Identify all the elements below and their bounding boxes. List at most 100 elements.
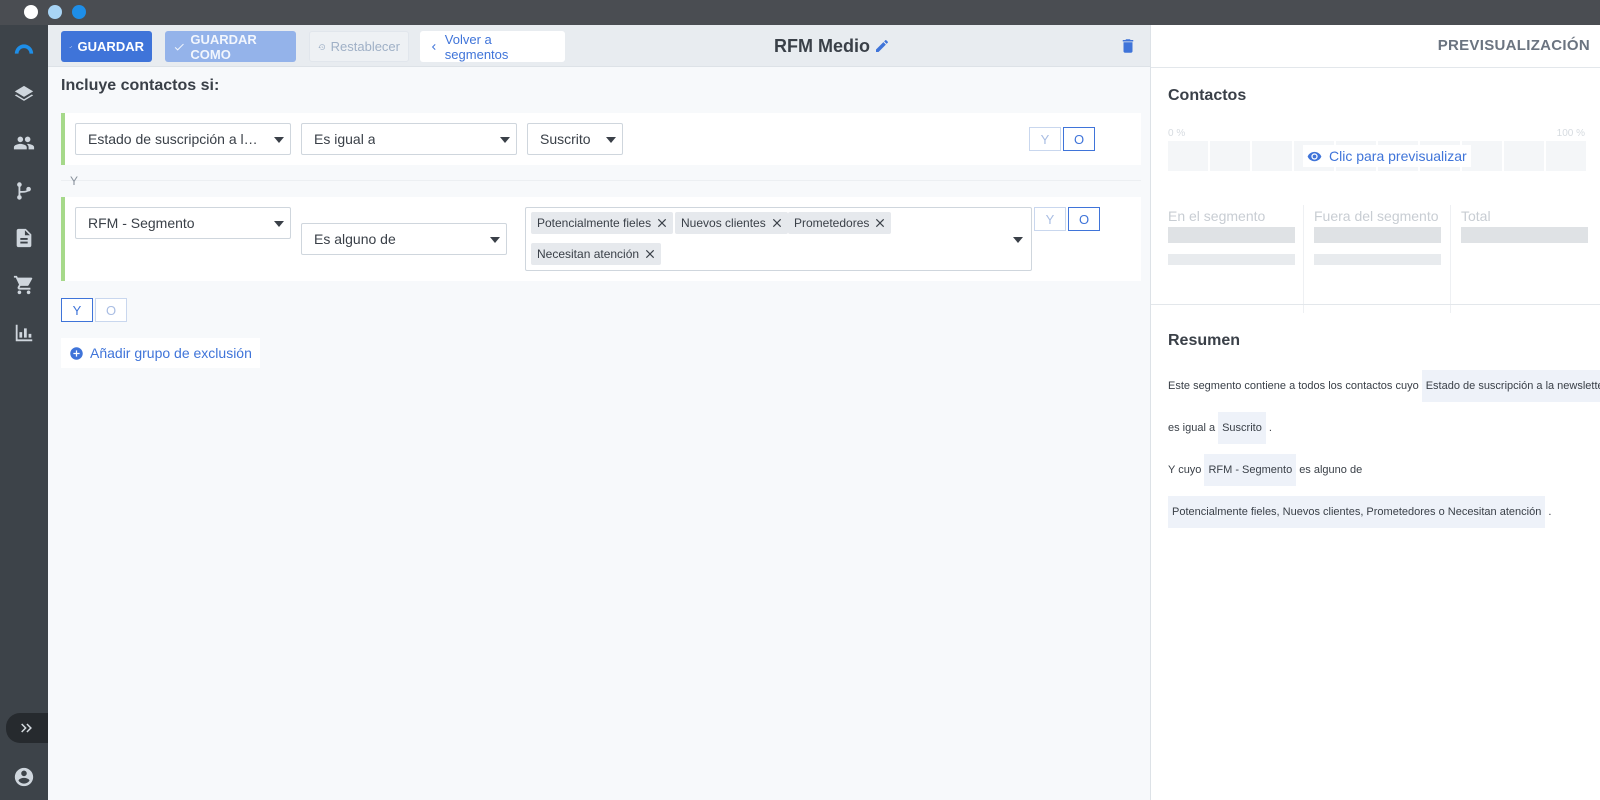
values-multiselect[interactable]: Potencialmente fieles Nuevos clientes Pr… — [525, 207, 1032, 271]
summary-field-chip: Estado de suscripción a la newsletter — [1421, 370, 1600, 402]
field-select-1[interactable]: Estado de suscripción a la ne... — [75, 123, 291, 155]
total-skeleton — [1461, 227, 1588, 243]
click-to-preview-link[interactable]: Clic para previsualizar — [1303, 145, 1471, 167]
summary-operator: es alguno de — [1299, 464, 1363, 476]
in-segment-skeleton — [1168, 227, 1295, 243]
window-minimize-dot[interactable] — [48, 5, 62, 19]
operator-select-2-value: Es alguno de — [314, 231, 396, 247]
summary-period: . — [1548, 506, 1552, 518]
close-icon[interactable] — [873, 216, 887, 230]
segment-title: RFM Medio — [774, 36, 870, 56]
field-select-2-value: RFM - Segmento — [88, 215, 195, 231]
value-tag: Nuevos clientes — [675, 212, 788, 234]
divider — [1151, 67, 1600, 68]
include-heading: Incluye contactos si: — [61, 77, 220, 94]
save-as-button[interactable]: GUARDAR COMO — [165, 31, 296, 62]
add-exclusion-group-button[interactable]: Añadir grupo de exclusión — [61, 338, 260, 368]
caret-down-icon — [274, 221, 284, 227]
back-button-label: Volver a segmentos — [444, 31, 509, 62]
summary-field-chip-2: RFM - Segmento — [1204, 454, 1297, 486]
trash-icon[interactable] — [1119, 36, 1139, 56]
contacts-icon[interactable] — [12, 131, 36, 155]
caret-down-icon[interactable] — [1013, 237, 1023, 243]
summary-values-chip: Potencialmente fieles, Nuevos clientes, … — [1168, 496, 1546, 528]
window-titlebar — [0, 0, 1600, 25]
operator-select-1-value: Es igual a — [314, 131, 376, 147]
field-select-2[interactable]: RFM - Segmento — [75, 207, 291, 239]
reset-button[interactable]: Restablecer — [309, 31, 409, 62]
pct-max-label: 100 % — [1556, 128, 1585, 139]
plus-circle-icon — [70, 346, 83, 360]
divider — [1151, 304, 1600, 305]
value-select-1[interactable]: Suscrito — [527, 123, 623, 155]
automation-icon[interactable] — [12, 179, 36, 203]
cart-icon[interactable] — [12, 273, 36, 297]
stat-divider — [1303, 205, 1304, 313]
close-icon[interactable] — [770, 216, 784, 230]
caret-down-icon — [490, 237, 500, 243]
preview-panel: PREVISUALIZACIÓN Contactos 0 % 100 % Cli… — [1150, 25, 1600, 800]
eye-icon — [1307, 151, 1322, 161]
contacts-heading: Contactos — [1168, 87, 1247, 104]
save-button[interactable]: GUARDAR — [61, 31, 152, 62]
summary-heading: Resumen — [1168, 332, 1241, 349]
in-segment-skeleton-sub — [1168, 254, 1295, 265]
summary-value-chip: Suscrito — [1218, 412, 1266, 444]
summary-text: Este segmento contiene a todos los conta… — [1168, 370, 1600, 538]
tag-label: Prometedores — [794, 216, 870, 230]
double-chevron-right-icon — [21, 723, 32, 733]
pencil-icon[interactable] — [874, 38, 892, 56]
and-button-1[interactable]: Y — [1029, 127, 1061, 151]
field-select-1-value: Estado de suscripción a la ne... — [88, 131, 262, 147]
operator-select-1[interactable]: Es igual a — [301, 123, 517, 155]
tag-label: Nuevos clientes — [681, 216, 766, 230]
expand-nav-button[interactable] — [6, 713, 48, 743]
summary-line-1: Este segmento contiene a todos los conta… — [1168, 380, 1419, 392]
operator-select-2[interactable]: Es alguno de — [301, 223, 507, 255]
add-and-button[interactable]: Y — [61, 298, 93, 322]
or-button-1[interactable]: O — [1063, 127, 1095, 151]
save-as-button-label: GUARDAR COMO — [190, 31, 257, 62]
chart-icon[interactable] — [12, 321, 36, 345]
summary-line-3: Y cuyo — [1168, 464, 1202, 476]
document-icon[interactable] — [12, 226, 36, 250]
reset-button-label: Restablecer — [330, 39, 400, 54]
caret-down-icon — [606, 137, 616, 143]
pct-min-label: 0 % — [1168, 128, 1186, 139]
back-to-segments-button[interactable]: Volver a segmentos — [420, 31, 565, 62]
window-close-dot[interactable] — [24, 5, 38, 19]
stat-divider — [1450, 205, 1451, 313]
and-button-2[interactable]: Y — [1034, 207, 1066, 231]
click-to-preview-label: Clic para previsualizar — [1329, 148, 1467, 164]
in-segment-label: En el segmento — [1168, 208, 1266, 224]
save-button-label: GUARDAR — [77, 39, 144, 54]
total-label: Total — [1461, 208, 1491, 224]
caret-down-icon — [500, 137, 510, 143]
add-or-button[interactable]: O — [95, 298, 127, 322]
condition-row-1: Estado de suscripción a la ne... Es igua… — [61, 113, 1141, 165]
value-tag: Potencialmente fieles — [531, 212, 674, 234]
preview-title: PREVISUALIZACIÓN — [1437, 37, 1590, 54]
close-icon[interactable] — [655, 216, 669, 230]
value-select-1-value: Suscrito — [540, 131, 591, 147]
add-exclusion-label: Añadir grupo de exclusión — [90, 345, 252, 361]
left-nav — [0, 25, 48, 800]
tag-label: Potencialmente fieles — [537, 216, 652, 230]
caret-down-icon — [274, 137, 284, 143]
or-button-2[interactable]: O — [1068, 207, 1100, 231]
separator-line — [61, 180, 1141, 181]
logo-icon[interactable] — [12, 37, 36, 61]
out-segment-skeleton — [1314, 227, 1441, 243]
chevron-left-icon — [431, 43, 436, 50]
user-account-icon[interactable] — [12, 765, 36, 789]
summary-line-2: es igual a — [1168, 422, 1216, 434]
value-tag: Necesitan atención — [531, 243, 662, 265]
out-segment-skeleton-sub — [1314, 254, 1441, 265]
out-segment-label: Fuera del segmento — [1314, 208, 1439, 224]
layers-icon[interactable] — [12, 83, 36, 107]
close-icon[interactable] — [643, 247, 657, 261]
summary-period: . — [1268, 422, 1272, 434]
check-icon — [69, 45, 73, 48]
and-separator: Y — [70, 174, 79, 188]
window-maximize-dot[interactable] — [72, 5, 86, 19]
